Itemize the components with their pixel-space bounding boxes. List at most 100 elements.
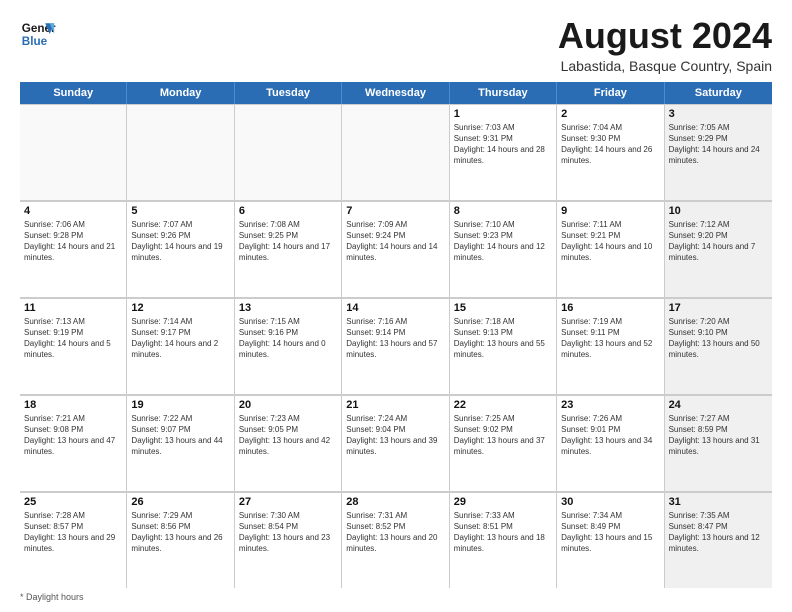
- cell-info: Sunrise: 7:34 AM Sunset: 8:49 PM Dayligh…: [561, 510, 659, 555]
- calendar-week-row: 11 Sunrise: 7:13 AM Sunset: 9:19 PM Dayli…: [20, 298, 772, 395]
- calendar-cell: 20 Sunrise: 7:23 AM Sunset: 9:05 PM Dayli…: [235, 395, 342, 491]
- cell-info: Sunrise: 7:13 AM Sunset: 9:19 PM Dayligh…: [24, 316, 122, 361]
- calendar-cell: 30Sunrise: 7:34 AM Sunset: 8:49 PM Dayli…: [557, 492, 664, 588]
- cell-info: Sunrise: 7:35 AM Sunset: 8:47 PM Dayligh…: [669, 510, 768, 555]
- cell-info: Sunrise: 7:14 AM Sunset: 9:17 PM Dayligh…: [131, 316, 229, 361]
- cell-info: Sunrise: 7:27 AM Sunset: 8:59 PM Dayligh…: [669, 413, 768, 458]
- cell-info: Sunrise: 7:08 AM Sunset: 9:25 PM Dayligh…: [239, 219, 337, 264]
- calendar-cell: 26Sunrise: 7:29 AM Sunset: 8:56 PM Dayli…: [127, 492, 234, 588]
- day-number: 31: [669, 496, 768, 508]
- calendar-cell: 15 Sunrise: 7:18 AM Sunset: 9:13 PM Dayli…: [450, 298, 557, 394]
- calendar-cell: 6 Sunrise: 7:08 AM Sunset: 9:25 PM Daylig…: [235, 201, 342, 297]
- cell-info: Sunrise: 7:07 AM Sunset: 9:26 PM Dayligh…: [131, 219, 229, 264]
- logo-icon: General Blue: [20, 16, 56, 52]
- calendar: SundayMondayTuesdayWednesdayThursdayFrid…: [20, 82, 772, 588]
- cell-info: Sunrise: 7:15 AM Sunset: 9:16 PM Dayligh…: [239, 316, 337, 361]
- day-number: 6: [239, 205, 337, 217]
- day-number: 21: [346, 399, 444, 411]
- calendar-cell: 5 Sunrise: 7:07 AM Sunset: 9:26 PM Daylig…: [127, 201, 234, 297]
- calendar-cell: 24 Sunrise: 7:27 AM Sunset: 8:59 PM Dayli…: [665, 395, 772, 491]
- calendar-cell: 22Sunrise: 7:25 AM Sunset: 9:02 PM Dayli…: [450, 395, 557, 491]
- daylight-hours-label: Daylight hours: [26, 592, 84, 602]
- calendar-cell: 12 Sunrise: 7:14 AM Sunset: 9:17 PM Dayli…: [127, 298, 234, 394]
- calendar-cell: 27 Sunrise: 7:30 AM Sunset: 8:54 PM Dayli…: [235, 492, 342, 588]
- calendar-cell: [342, 104, 449, 200]
- cell-info: Sunrise: 7:11 AM Sunset: 9:21 PM Dayligh…: [561, 219, 659, 264]
- cell-info: Sunrise: 7:16 AM Sunset: 9:14 PM Dayligh…: [346, 316, 444, 361]
- calendar-cell: 3 Sunrise: 7:05 AM Sunset: 9:29 PM Daylig…: [665, 104, 772, 200]
- calendar-week-row: 25 Sunrise: 7:28 AM Sunset: 8:57 PM Dayli…: [20, 492, 772, 588]
- footer-note: * Daylight hours: [20, 592, 772, 602]
- cell-info: Sunrise: 7:28 AM Sunset: 8:57 PM Dayligh…: [24, 510, 122, 555]
- day-number: 2: [561, 108, 659, 120]
- day-number: 8: [454, 205, 552, 217]
- calendar-cell: 25 Sunrise: 7:28 AM Sunset: 8:57 PM Dayli…: [20, 492, 127, 588]
- cell-info: Sunrise: 7:26 AM Sunset: 9:01 PM Dayligh…: [561, 413, 659, 458]
- subtitle: Labastida, Basque Country, Spain: [558, 58, 772, 74]
- cell-info: Sunrise: 7:22 AM Sunset: 9:07 PM Dayligh…: [131, 413, 229, 458]
- day-number: 1: [454, 108, 552, 120]
- calendar-week-row: 18Sunrise: 7:21 AM Sunset: 9:08 PM Dayli…: [20, 395, 772, 492]
- day-number: 16: [561, 302, 659, 314]
- logo: General Blue: [20, 16, 56, 52]
- calendar-cell: 17 Sunrise: 7:20 AM Sunset: 9:10 PM Dayli…: [665, 298, 772, 394]
- cell-info: Sunrise: 7:24 AM Sunset: 9:04 PM Dayligh…: [346, 413, 444, 458]
- day-number: 14: [346, 302, 444, 314]
- calendar-cell: 28 Sunrise: 7:31 AM Sunset: 8:52 PM Dayli…: [342, 492, 449, 588]
- day-number: 5: [131, 205, 229, 217]
- calendar-cell: 7Sunrise: 7:09 AM Sunset: 9:24 PM Daylig…: [342, 201, 449, 297]
- calendar-cell: 18Sunrise: 7:21 AM Sunset: 9:08 PM Dayli…: [20, 395, 127, 491]
- day-number: 26: [131, 496, 229, 508]
- cell-info: Sunrise: 7:04 AM Sunset: 9:30 PM Dayligh…: [561, 122, 659, 167]
- day-number: 12: [131, 302, 229, 314]
- cell-info: Sunrise: 7:19 AM Sunset: 9:11 PM Dayligh…: [561, 316, 659, 361]
- day-number: 4: [24, 205, 122, 217]
- cell-info: Sunrise: 7:31 AM Sunset: 8:52 PM Dayligh…: [346, 510, 444, 555]
- day-number: 11: [24, 302, 122, 314]
- cell-info: Sunrise: 7:05 AM Sunset: 9:29 PM Dayligh…: [669, 122, 768, 167]
- day-number: 13: [239, 302, 337, 314]
- day-number: 9: [561, 205, 659, 217]
- title-block: August 2024 Labastida, Basque Country, S…: [558, 16, 772, 74]
- calendar-cell: 23 Sunrise: 7:26 AM Sunset: 9:01 PM Dayli…: [557, 395, 664, 491]
- calendar-cell: 14 Sunrise: 7:16 AM Sunset: 9:14 PM Dayli…: [342, 298, 449, 394]
- day-number: 24: [669, 399, 768, 411]
- calendar-cell: 10Sunrise: 7:12 AM Sunset: 9:20 PM Dayli…: [665, 201, 772, 297]
- day-number: 7: [346, 205, 444, 217]
- calendar-cell: 29 Sunrise: 7:33 AM Sunset: 8:51 PM Dayli…: [450, 492, 557, 588]
- calendar-cell: [235, 104, 342, 200]
- day-number: 29: [454, 496, 552, 508]
- cell-info: Sunrise: 7:18 AM Sunset: 9:13 PM Dayligh…: [454, 316, 552, 361]
- day-number: 15: [454, 302, 552, 314]
- day-number: 17: [669, 302, 768, 314]
- day-number: 3: [669, 108, 768, 120]
- cell-info: Sunrise: 7:03 AM Sunset: 9:31 PM Dayligh…: [454, 122, 552, 167]
- weekday-header: Tuesday: [235, 82, 342, 104]
- calendar-cell: 11 Sunrise: 7:13 AM Sunset: 9:19 PM Dayli…: [20, 298, 127, 394]
- day-number: 18: [24, 399, 122, 411]
- day-number: 23: [561, 399, 659, 411]
- header: General Blue August 2024 Labastida, Basq…: [20, 16, 772, 74]
- day-number: 20: [239, 399, 337, 411]
- day-number: 27: [239, 496, 337, 508]
- day-number: 19: [131, 399, 229, 411]
- calendar-cell: 9 Sunrise: 7:11 AM Sunset: 9:21 PM Daylig…: [557, 201, 664, 297]
- weekday-header: Monday: [127, 82, 234, 104]
- cell-info: Sunrise: 7:23 AM Sunset: 9:05 PM Dayligh…: [239, 413, 337, 458]
- calendar-header: SundayMondayTuesdayWednesdayThursdayFrid…: [20, 82, 772, 104]
- calendar-week-row: 4Sunrise: 7:06 AM Sunset: 9:28 PM Daylig…: [20, 201, 772, 298]
- day-number: 22: [454, 399, 552, 411]
- page: General Blue August 2024 Labastida, Basq…: [0, 0, 792, 612]
- cell-info: Sunrise: 7:30 AM Sunset: 8:54 PM Dayligh…: [239, 510, 337, 555]
- cell-info: Sunrise: 7:20 AM Sunset: 9:10 PM Dayligh…: [669, 316, 768, 361]
- calendar-cell: 21 Sunrise: 7:24 AM Sunset: 9:04 PM Dayli…: [342, 395, 449, 491]
- calendar-cell: 1 Sunrise: 7:03 AM Sunset: 9:31 PM Daylig…: [450, 104, 557, 200]
- day-number: 25: [24, 496, 122, 508]
- calendar-cell: [127, 104, 234, 200]
- cell-info: Sunrise: 7:33 AM Sunset: 8:51 PM Dayligh…: [454, 510, 552, 555]
- calendar-cell: 13 Sunrise: 7:15 AM Sunset: 9:16 PM Dayli…: [235, 298, 342, 394]
- calendar-cell: 16 Sunrise: 7:19 AM Sunset: 9:11 PM Dayli…: [557, 298, 664, 394]
- calendar-cell: 31 Sunrise: 7:35 AM Sunset: 8:47 PM Dayli…: [665, 492, 772, 588]
- calendar-cell: 8Sunrise: 7:10 AM Sunset: 9:23 PM Daylig…: [450, 201, 557, 297]
- day-number: 28: [346, 496, 444, 508]
